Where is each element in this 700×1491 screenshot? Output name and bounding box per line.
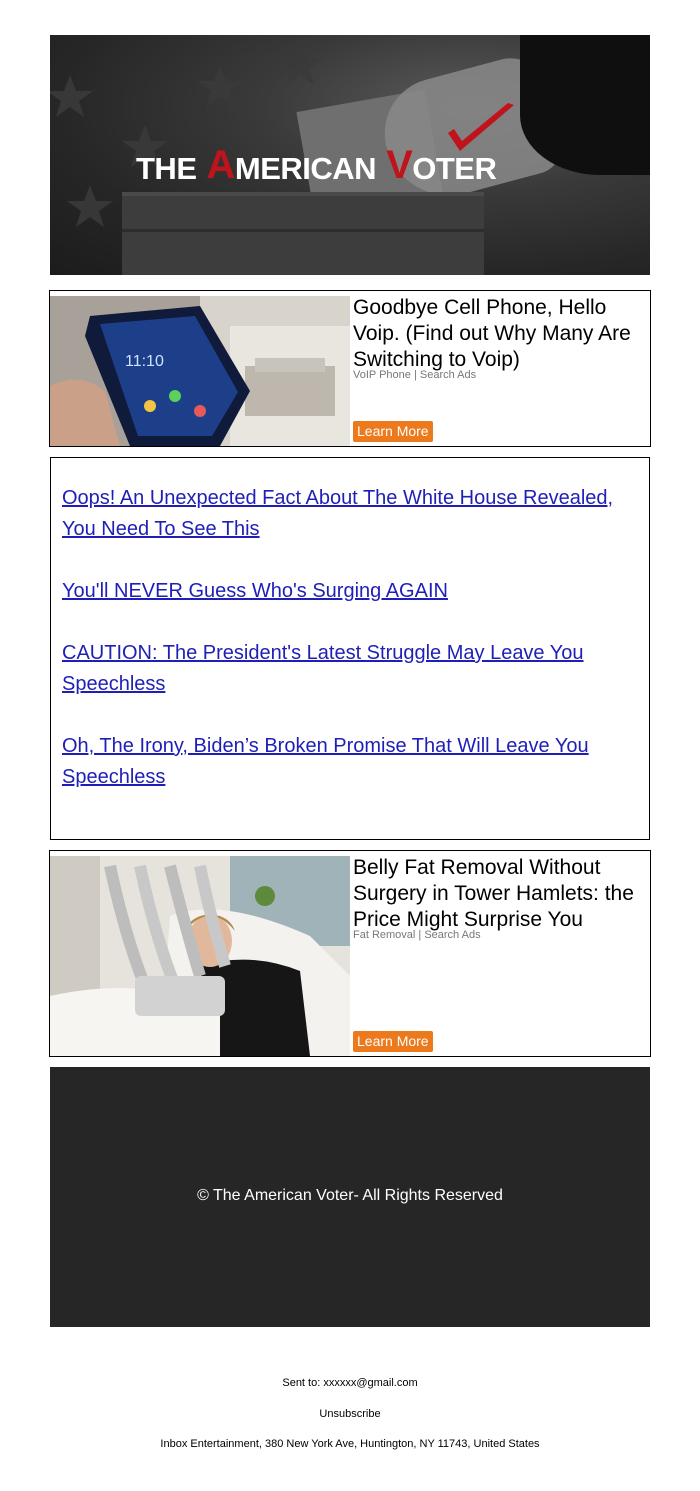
ad-title[interactable]: Goodbye Cell Phone, Hello Voip. (Find ou…: [353, 295, 646, 373]
checkmark-icon: [448, 103, 514, 151]
ad-image-treatment[interactable]: [50, 856, 350, 1056]
headline-link[interactable]: CAUTION: The President's Latest Struggle…: [62, 638, 637, 700]
ballot-box: [122, 192, 484, 275]
svg-text:11:10: 11:10: [125, 353, 164, 370]
headline-links-box: Oops! An Unexpected Fact About The White…: [50, 457, 650, 840]
learn-more-button[interactable]: Learn More: [353, 1031, 433, 1052]
logo-the: THE: [136, 151, 197, 186]
logo-letter-a: A: [206, 143, 236, 187]
copyright-text: © The American Voter- All Rights Reserve…: [197, 1187, 503, 1204]
unsubscribe-link[interactable]: Unsubscribe: [0, 1408, 700, 1420]
headline-link[interactable]: Oh, The Irony, Biden’s Broken Promise Th…: [62, 731, 637, 793]
ad-content: Goodbye Cell Phone, Hello Voip. (Find ou…: [353, 295, 646, 442]
sent-to-text: Sent to: xxxxxx@gmail.com: [282, 1377, 418, 1389]
ad-title[interactable]: Belly Fat Removal Without Surgery in Tow…: [353, 855, 646, 933]
fat-removal-treatment-image: [50, 856, 350, 1056]
header-banner[interactable]: THE A MERICAN V OTER: [50, 35, 650, 275]
ad-image-phone[interactable]: 11:10: [50, 296, 350, 446]
learn-more-button[interactable]: Learn More: [353, 421, 433, 442]
headline-link[interactable]: You'll NEVER Guess Who's Surging AGAIN: [62, 576, 637, 607]
ad-content: Belly Fat Removal Without Surgery in Tow…: [353, 855, 646, 1052]
mailing-address: Inbox Entertainment, 380 New York Ave, H…: [160, 1438, 540, 1450]
flexible-phone-image: 11:10: [50, 296, 350, 446]
logo-oter: OTER: [412, 151, 497, 186]
sponsored-ad-voip[interactable]: 11:10 Goodbye Cell Phone, Hello Voip. (F…: [49, 290, 651, 447]
logo-letter-v: V: [386, 143, 413, 187]
footer-banner: © The American Voter- All Rights Reserve…: [50, 1067, 650, 1327]
ballot-box-slot: [122, 229, 484, 232]
headline-link[interactable]: Oops! An Unexpected Fact About The White…: [62, 483, 637, 545]
logo-merican: MERICAN: [234, 151, 377, 186]
sponsored-ad-fat-removal[interactable]: Belly Fat Removal Without Surgery in Tow…: [49, 850, 651, 1057]
